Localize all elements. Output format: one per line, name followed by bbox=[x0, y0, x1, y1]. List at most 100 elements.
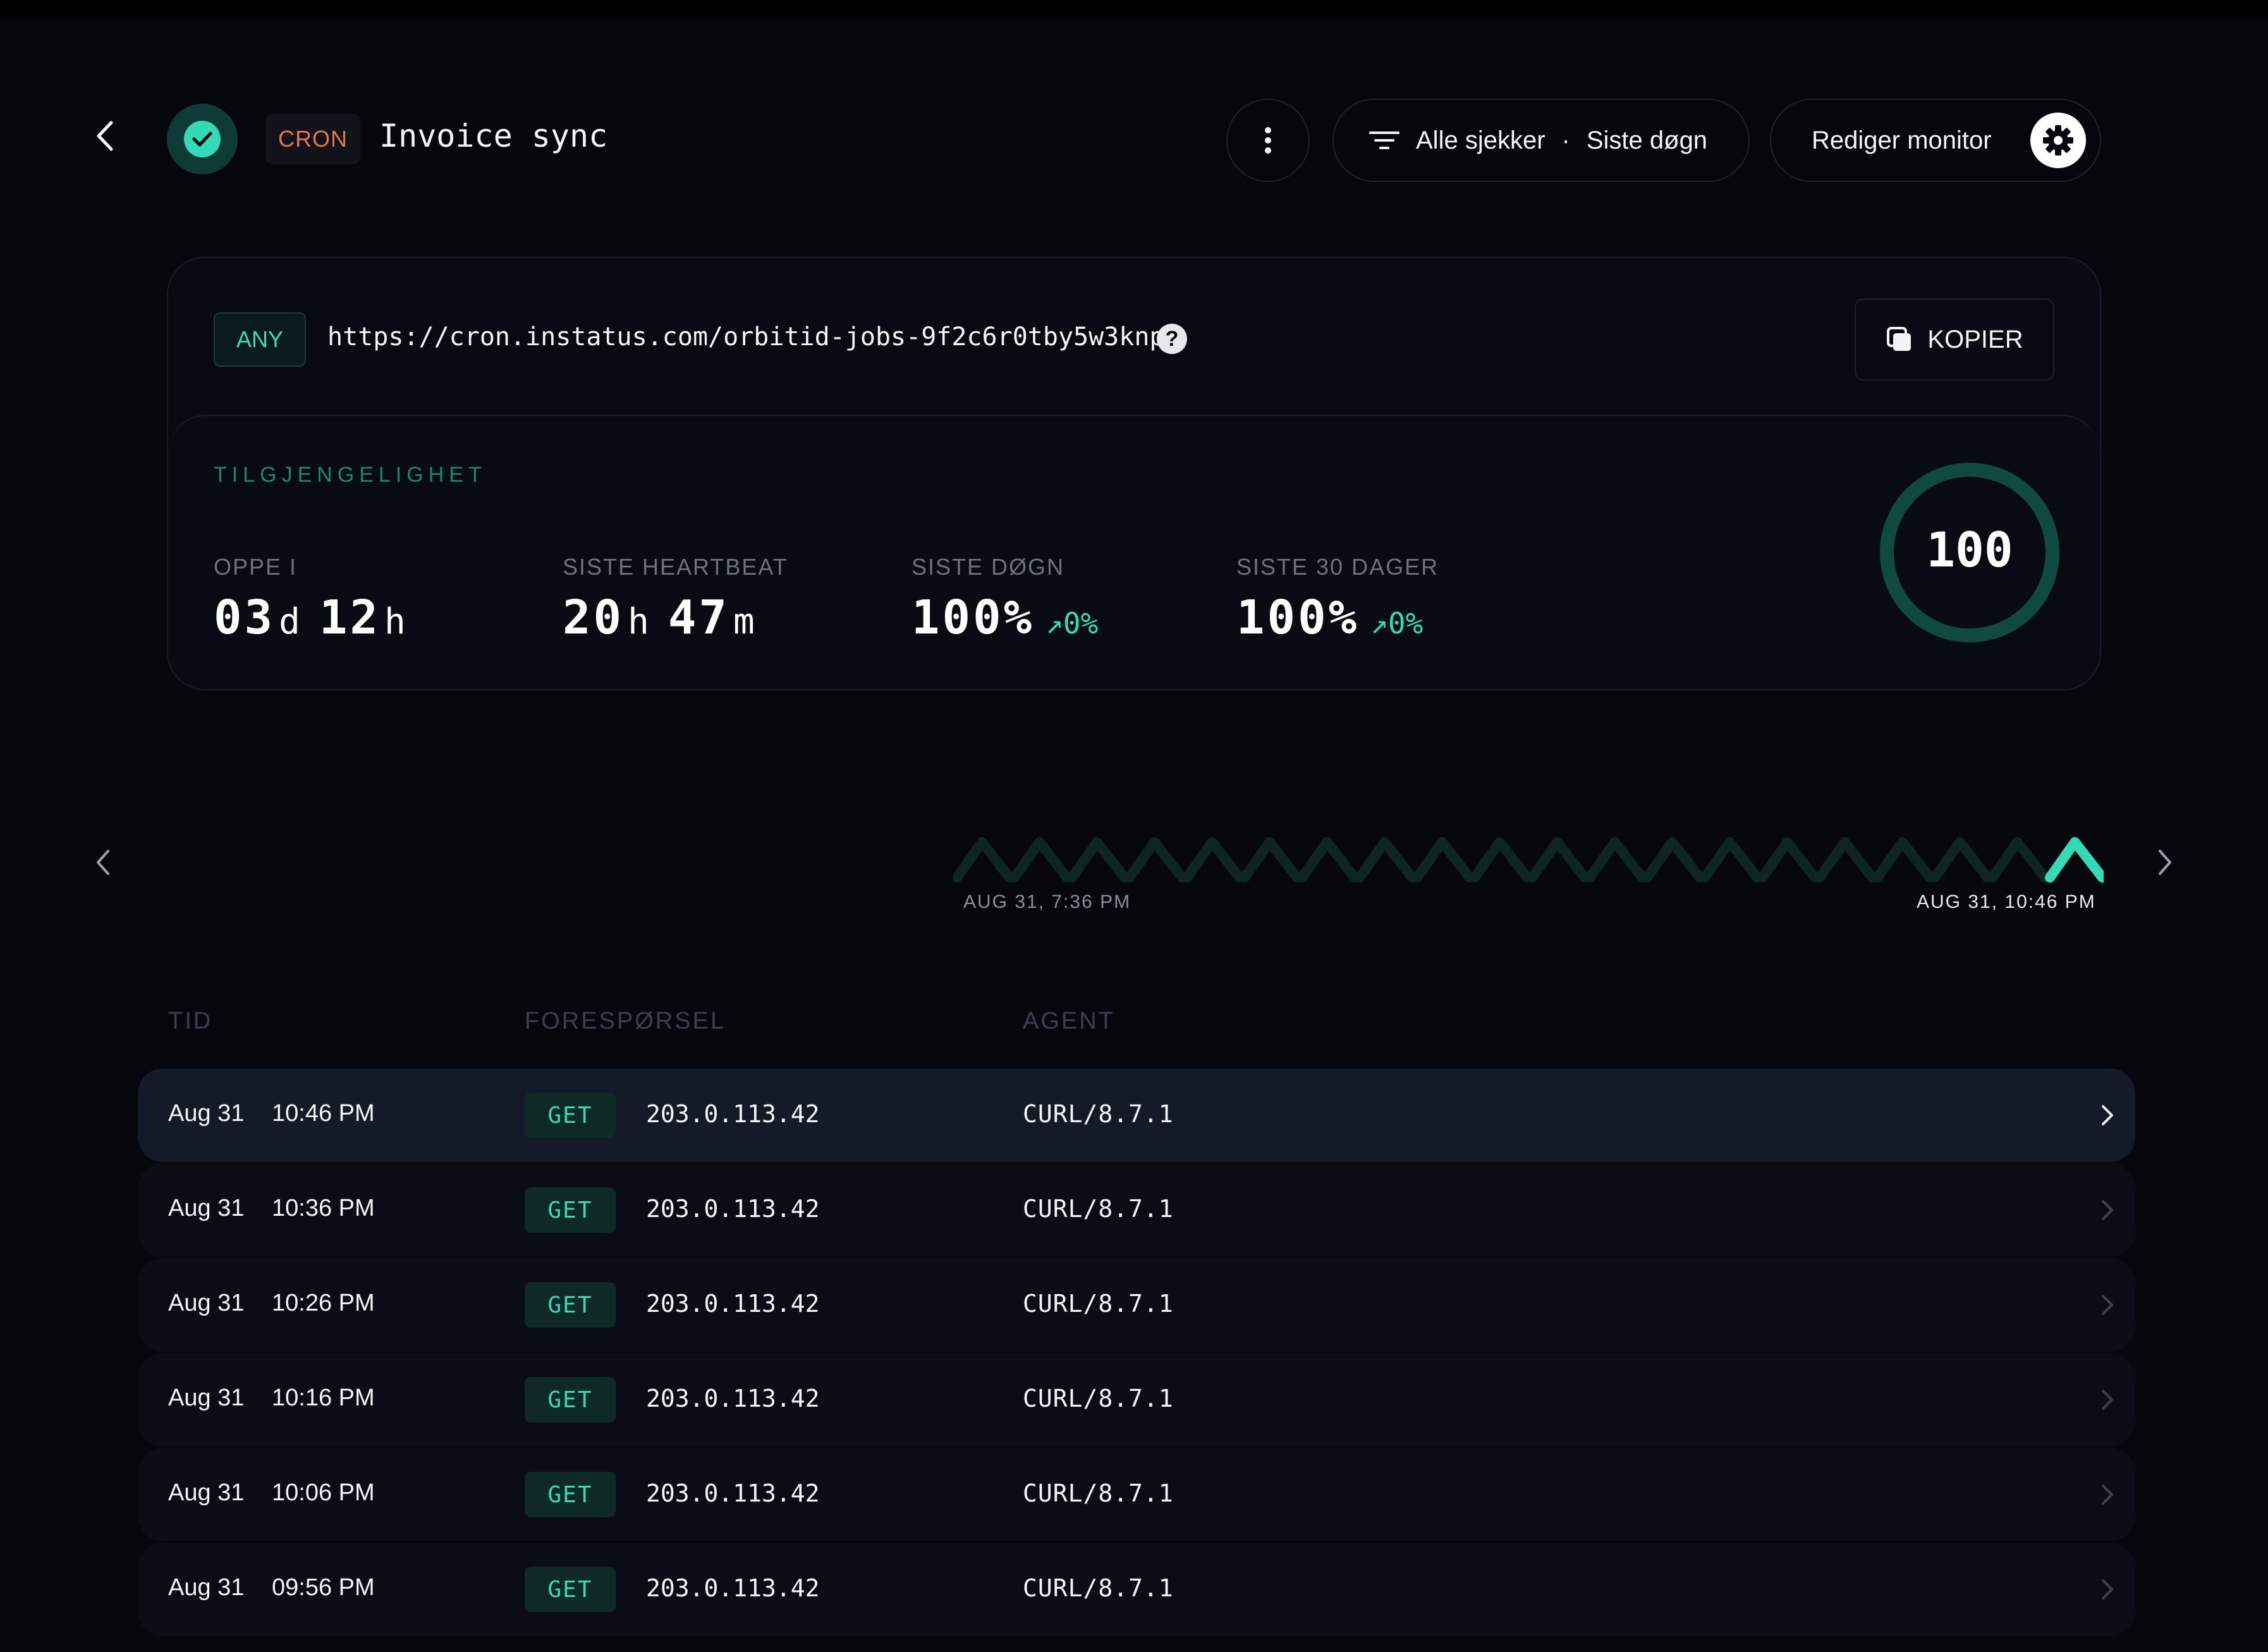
method-badge: GET bbox=[525, 1472, 616, 1517]
heartbeat-minutes: 47 bbox=[668, 590, 729, 645]
table-row[interactable]: Aug 31 10:26 PM GET 203.0.113.42 CURL/8.… bbox=[138, 1258, 2135, 1352]
heartbeat-hours: 20 bbox=[563, 590, 625, 645]
availability-label: TILGJENGELIGHET bbox=[214, 463, 487, 487]
row-time: 10:16 PM bbox=[272, 1385, 375, 1411]
heartbeat-mark[interactable] bbox=[1585, 837, 1647, 883]
help-icon[interactable]: ? bbox=[1157, 324, 1187, 354]
heartbeat-mark[interactable] bbox=[1125, 837, 1187, 883]
filter-icon bbox=[1369, 132, 1399, 149]
row-time: 10:26 PM bbox=[272, 1290, 375, 1316]
row-agent: CURL/8.7.1 bbox=[1023, 1574, 1174, 1602]
check-icon bbox=[184, 121, 221, 157]
column-header-request[interactable]: FORESPØRSEL bbox=[525, 1008, 726, 1035]
copy-button[interactable]: KOPIER bbox=[1855, 298, 2054, 381]
heartbeat-hours-unit: h bbox=[628, 601, 652, 642]
chevron-right-icon bbox=[2159, 850, 2171, 875]
heartbeat-mark[interactable] bbox=[1700, 837, 1762, 883]
row-ip: 203.0.113.42 bbox=[646, 1574, 820, 1602]
more-options-button[interactable] bbox=[1226, 99, 1310, 182]
window-top-bar bbox=[0, 0, 2268, 19]
heartbeat-mark[interactable] bbox=[1297, 837, 1360, 883]
availability-panel bbox=[168, 415, 2100, 689]
monitor-type-tag: CRON bbox=[265, 114, 360, 164]
row-date: Aug 31 bbox=[168, 1574, 245, 1601]
filter-separator: · bbox=[1561, 126, 1570, 154]
row-ip: 203.0.113.42 bbox=[646, 1100, 820, 1128]
row-date: Aug 31 bbox=[168, 1385, 245, 1411]
heartbeat-mark[interactable] bbox=[1412, 837, 1475, 883]
row-date: Aug 31 bbox=[168, 1290, 245, 1316]
heartbeat-mark[interactable] bbox=[2045, 837, 2104, 883]
edit-monitor-label: Rediger monitor bbox=[1812, 126, 1992, 154]
heartbeat-mark[interactable] bbox=[1067, 837, 1130, 883]
column-header-time[interactable]: TID bbox=[168, 1008, 212, 1035]
row-time: 10:46 PM bbox=[272, 1100, 375, 1127]
day-uptime-value: 100% ↗0% bbox=[911, 590, 1098, 645]
chevron-right-icon[interactable] bbox=[2088, 1286, 2126, 1324]
row-ip: 203.0.113.42 bbox=[646, 1290, 820, 1318]
heartbeat-mark[interactable] bbox=[1930, 837, 1992, 883]
availability-gauge: 100 bbox=[1880, 463, 2059, 642]
uptime-hours-unit: h bbox=[384, 601, 408, 642]
chevron-right-icon[interactable] bbox=[2088, 1191, 2126, 1229]
row-ip: 203.0.113.42 bbox=[646, 1479, 820, 1507]
table-row[interactable]: Aug 31 10:06 PM GET 203.0.113.42 CURL/8.… bbox=[138, 1448, 2135, 1541]
endpoint-url[interactable]: https://cron.instatus.com/orbitid-jobs-9… bbox=[327, 322, 1165, 352]
more-vertical-icon bbox=[1265, 127, 1271, 154]
table-row[interactable]: Aug 31 09:56 PM GET 203.0.113.42 CURL/8.… bbox=[138, 1543, 2135, 1636]
row-time: 09:56 PM bbox=[272, 1574, 375, 1601]
timeline-prev-button[interactable] bbox=[83, 843, 121, 881]
row-agent: CURL/8.7.1 bbox=[1023, 1290, 1174, 1318]
method-badge: GET bbox=[525, 1377, 616, 1423]
month-uptime-value: 100% ↗0% bbox=[1236, 590, 1423, 645]
filter-button[interactable]: Alle sjekker · Siste døgn bbox=[1332, 99, 1750, 182]
row-ip: 203.0.113.42 bbox=[646, 1385, 820, 1412]
row-agent: CURL/8.7.1 bbox=[1023, 1385, 1174, 1412]
timeline-start-label: AUG 31, 7:36 PM bbox=[963, 891, 1131, 912]
method-badge: GET bbox=[525, 1282, 616, 1328]
copy-label: KOPIER bbox=[1927, 325, 2023, 353]
availability-score: 100 bbox=[1926, 522, 2013, 578]
heartbeat-mark[interactable] bbox=[1872, 837, 1935, 883]
table-row[interactable]: Aug 31 10:16 PM GET 203.0.113.42 CURL/8.… bbox=[138, 1353, 2135, 1447]
heartbeat-mark[interactable] bbox=[1182, 837, 1245, 883]
heartbeat-mark[interactable] bbox=[1470, 837, 1532, 883]
chevron-right-icon[interactable] bbox=[2088, 1381, 2126, 1419]
row-time: 10:36 PM bbox=[272, 1195, 375, 1221]
heartbeat-value: 20 h 47 m bbox=[563, 590, 774, 645]
chevron-right-icon[interactable] bbox=[2088, 1096, 2126, 1134]
heartbeat-mark[interactable] bbox=[1642, 837, 1705, 883]
uptime-label: OPPE I bbox=[214, 554, 298, 580]
timeline-next-button[interactable] bbox=[2147, 843, 2185, 881]
timeline-end-label: AUG 31, 10:46 PM bbox=[1917, 891, 2096, 912]
monitor-title: Invoice sync bbox=[379, 118, 608, 154]
row-agent: CURL/8.7.1 bbox=[1023, 1479, 1174, 1507]
column-header-agent[interactable]: AGENT bbox=[1023, 1008, 1115, 1035]
back-button[interactable] bbox=[82, 114, 126, 158]
heartbeat-mark[interactable] bbox=[1240, 837, 1302, 883]
heartbeat-mark[interactable] bbox=[1815, 837, 1877, 883]
heartbeat-timeline bbox=[953, 837, 2104, 883]
method-tag: ANY bbox=[214, 312, 306, 367]
table-row[interactable]: Aug 31 10:36 PM GET 203.0.113.42 CURL/8.… bbox=[138, 1163, 2135, 1257]
heartbeat-mark[interactable] bbox=[1757, 837, 1820, 883]
row-agent: CURL/8.7.1 bbox=[1023, 1100, 1174, 1128]
uptime-days: 03 bbox=[214, 590, 276, 645]
heartbeat-mark[interactable] bbox=[1527, 837, 1590, 883]
row-date: Aug 31 bbox=[168, 1195, 245, 1221]
chevron-right-icon[interactable] bbox=[2088, 1570, 2126, 1608]
status-indicator bbox=[167, 104, 238, 174]
heartbeat-mark[interactable] bbox=[953, 837, 1015, 883]
chevron-left-icon bbox=[97, 850, 109, 875]
day-uptime-label: SISTE DØGN bbox=[911, 554, 1065, 580]
edit-monitor-button[interactable]: Rediger monitor bbox=[1770, 99, 2101, 182]
day-uptime-trend: ↗0% bbox=[1046, 606, 1099, 640]
gear-icon bbox=[2030, 113, 2086, 168]
heartbeat-mark[interactable] bbox=[1987, 837, 2050, 883]
row-date: Aug 31 bbox=[168, 1100, 245, 1127]
heartbeat-mark[interactable] bbox=[1355, 837, 1417, 883]
table-row[interactable]: Aug 31 10:46 PM GET 203.0.113.42 CURL/8.… bbox=[138, 1068, 2135, 1162]
filter-label: Alle sjekker bbox=[1416, 126, 1546, 154]
chevron-right-icon[interactable] bbox=[2088, 1476, 2126, 1514]
heartbeat-mark[interactable] bbox=[1009, 837, 1072, 883]
